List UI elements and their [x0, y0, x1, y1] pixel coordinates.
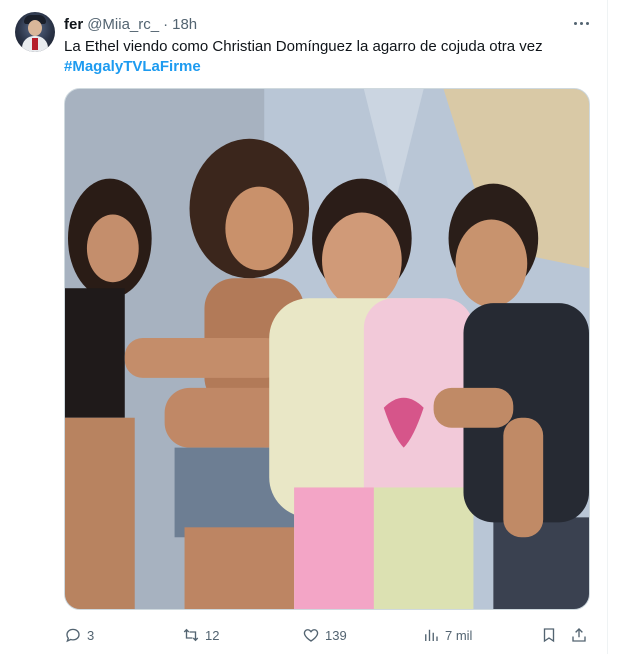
tweet-text: La Ethel viendo como Christian Domínguez…	[64, 38, 543, 55]
share-icon	[572, 628, 586, 642]
retweet-icon	[183, 628, 199, 642]
tweet-card[interactable]: fer @Miia_rc_ · 18h La Ethel viendo como…	[0, 0, 608, 654]
tweet-image[interactable]	[64, 88, 590, 610]
like-icon	[303, 629, 319, 642]
views-button[interactable]: 7 mil	[422, 624, 472, 646]
views-icon	[425, 629, 438, 641]
bookmark-icon	[543, 628, 555, 643]
reply-icon	[66, 628, 80, 643]
reply-count: 3	[87, 627, 95, 643]
like-count: 139	[325, 627, 347, 643]
reply-button[interactable]: 3	[64, 624, 94, 646]
photo-illustration	[65, 89, 589, 609]
like-button[interactable]: 139	[302, 624, 347, 646]
author-handle[interactable]: @Miia_rc_	[87, 16, 159, 33]
right-gutter	[608, 0, 640, 654]
separator: ·	[163, 15, 169, 33]
more-icon[interactable]	[570, 12, 592, 34]
share-button[interactable]	[570, 624, 588, 646]
timestamp[interactable]: 18h	[172, 16, 197, 33]
bookmark-button[interactable]	[540, 624, 558, 646]
retweet-button[interactable]: 12	[182, 624, 219, 646]
hashtag-link[interactable]: #MagalyTVLaFirme	[64, 57, 201, 77]
tweet-header: fer @Miia_rc_ · 18h	[64, 14, 197, 34]
views-count: 7 mil	[445, 627, 473, 643]
tweet-actions: 3 12 139 7 mil	[64, 624, 592, 646]
avatar[interactable]	[15, 12, 55, 52]
author-name[interactable]: fer	[64, 16, 83, 33]
retweet-count: 12	[205, 627, 220, 643]
